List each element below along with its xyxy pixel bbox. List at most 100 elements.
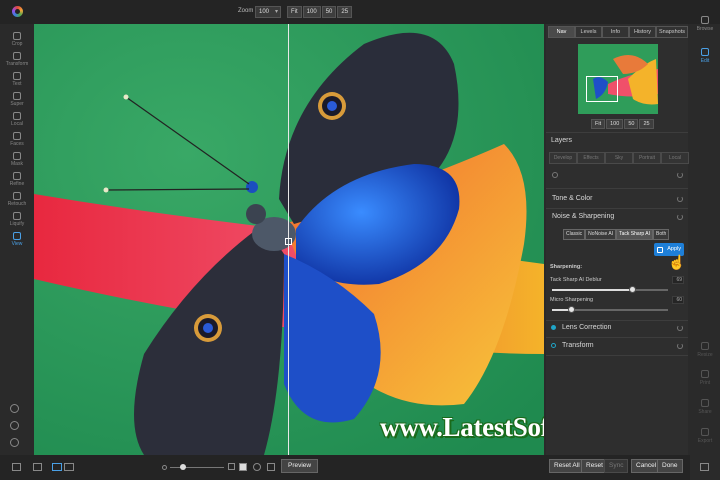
- zoom-50-button[interactable]: 50: [321, 6, 337, 18]
- left-bottom-icons: [10, 404, 19, 447]
- watermark-text: www.LatestSoftwareCrack.com: [380, 412, 544, 442]
- move-icon: [13, 52, 21, 60]
- slider1-label: Tack Sharp AI Deblur: [550, 277, 602, 283]
- layer-tab-effects[interactable]: Effects: [577, 152, 605, 164]
- layer-tab-portrait[interactable]: Portrait: [633, 152, 661, 164]
- compare-view-icon[interactable]: [64, 463, 74, 471]
- tool-super[interactable]: Super: [0, 92, 34, 112]
- nav-zoom-50[interactable]: 50: [624, 119, 639, 129]
- tool-text[interactable]: Text: [0, 72, 34, 92]
- navigator-thumbnail[interactable]: [578, 44, 658, 114]
- photo-canvas[interactable]: www.LatestSoftwareCrack.com: [34, 24, 544, 455]
- lens-correction-section[interactable]: Lens Correction: [562, 324, 611, 331]
- tab-nav[interactable]: Nav: [548, 26, 575, 38]
- single-view-icon[interactable]: [52, 463, 62, 471]
- right-panel-toggle-icon[interactable]: [700, 463, 709, 471]
- zoom-25-button[interactable]: 25: [337, 6, 353, 18]
- tool-mask[interactable]: Mask: [0, 152, 34, 172]
- slider1-value[interactable]: 69: [672, 276, 684, 284]
- module-share[interactable]: Share: [690, 399, 720, 415]
- transform-section[interactable]: Transform: [562, 342, 594, 349]
- text-overlay-icon[interactable]: [239, 463, 247, 471]
- nav-zoom-25[interactable]: 25: [639, 119, 654, 129]
- tool-faces[interactable]: Faces: [0, 132, 34, 152]
- layer-tab-sky[interactable]: Sky: [605, 152, 633, 164]
- slider-knob[interactable]: [568, 306, 575, 313]
- help-icon[interactable]: [10, 438, 19, 447]
- noise-mode-tabs: Classic NoNoise AI Tack Sharp AI Both: [563, 229, 670, 240]
- frame-icon[interactable]: [228, 463, 235, 470]
- tool-transform[interactable]: Transform: [0, 52, 34, 72]
- slider2-value[interactable]: 60: [672, 296, 684, 304]
- sync-icon[interactable]: [10, 404, 19, 413]
- zoom-buttons: Fit 100 50 25: [287, 6, 353, 18]
- top-bar: Zoom 100 Fit 100 50 25: [0, 0, 720, 24]
- tool-local[interactable]: Local: [0, 112, 34, 132]
- tab-snapshots[interactable]: Snapshots: [656, 26, 688, 38]
- tool-label: Transform: [5, 61, 29, 67]
- layer-tab-develop[interactable]: Develop: [549, 152, 577, 164]
- panel-toggle-icon[interactable]: [12, 463, 21, 471]
- panel-tabs: Nav Levels Info History Snapshots: [548, 26, 688, 38]
- clipping-icon[interactable]: [267, 463, 275, 471]
- module-browse[interactable]: Browse: [690, 16, 720, 32]
- filmstrip-icon[interactable]: [33, 463, 42, 471]
- tab-info[interactable]: Info: [602, 26, 629, 38]
- tool-crop[interactable]: Crop: [0, 32, 34, 52]
- tool-label: Local: [11, 121, 23, 127]
- layers-title: Layers: [551, 137, 573, 144]
- noise-sharpening-section[interactable]: Noise & Sharpening: [552, 213, 614, 220]
- sync-button[interactable]: Sync: [604, 459, 629, 473]
- preview-button[interactable]: Preview: [281, 459, 319, 473]
- module-label: Print: [699, 380, 711, 386]
- tool-label: Refine: [9, 181, 25, 187]
- power-icon[interactable]: [552, 172, 558, 178]
- compare-split-handle[interactable]: [285, 238, 292, 245]
- divider: [546, 132, 688, 133]
- zoom-fit-button[interactable]: Fit: [287, 6, 302, 18]
- reset-all-button[interactable]: Reset All: [549, 459, 585, 473]
- micro-sharpening-slider[interactable]: [552, 306, 668, 313]
- tone-color-section[interactable]: Tone & Color: [552, 195, 592, 202]
- noise-mode-both[interactable]: Both: [653, 229, 670, 240]
- zoom-out-icon[interactable]: [162, 465, 167, 470]
- tool-retouch[interactable]: Retouch: [0, 192, 34, 212]
- reset-icon[interactable]: [677, 214, 683, 220]
- reset-icon[interactable]: [677, 325, 683, 331]
- noise-mode-nonoise-ai[interactable]: NoNoise AI: [585, 229, 617, 240]
- zoom-slider-knob[interactable]: [180, 464, 186, 470]
- nav-zoom-fit[interactable]: Fit: [591, 119, 606, 129]
- module-export[interactable]: Export: [690, 428, 720, 444]
- account-icon[interactable]: [10, 421, 19, 430]
- tool-liquify[interactable]: Liquify: [0, 212, 34, 232]
- tool-label: Retouch: [7, 201, 27, 207]
- tool-refine[interactable]: Refine: [0, 172, 34, 192]
- tab-levels[interactable]: Levels: [575, 26, 602, 38]
- module-print[interactable]: Print: [690, 370, 720, 386]
- navigator-view-rect[interactable]: [586, 76, 618, 102]
- export-icon: [701, 428, 709, 436]
- tab-history[interactable]: History: [629, 26, 656, 38]
- module-edit[interactable]: Edit: [690, 48, 720, 64]
- left-toolbar: Crop Transform Text Super Local Faces Ma…: [0, 32, 34, 252]
- done-button[interactable]: Done: [657, 459, 683, 473]
- tool-view[interactable]: View: [0, 232, 34, 252]
- noise-mode-classic[interactable]: Classic: [563, 229, 586, 240]
- nav-zoom-100[interactable]: 100: [606, 119, 624, 129]
- module-resize[interactable]: Resize: [690, 342, 720, 358]
- app-logo-icon: [12, 6, 23, 17]
- layer-tab-local[interactable]: Local: [661, 152, 689, 164]
- zoom-select[interactable]: 100: [255, 6, 281, 18]
- mask-overlay-icon[interactable]: [253, 463, 261, 471]
- divider: [546, 355, 688, 356]
- zoom-slider[interactable]: [170, 467, 224, 468]
- slider-knob[interactable]: [629, 286, 636, 293]
- zoom-100-button[interactable]: 100: [302, 6, 321, 18]
- reset-icon[interactable]: [677, 172, 683, 178]
- tack-sharp-deblur-slider[interactable]: [552, 286, 668, 293]
- reset-icon[interactable]: [677, 196, 683, 202]
- noise-mode-tack-sharp-ai[interactable]: Tack Sharp AI: [616, 229, 653, 240]
- print-icon: [701, 370, 709, 378]
- resize-icon: [701, 342, 709, 350]
- reset-icon[interactable]: [677, 343, 683, 349]
